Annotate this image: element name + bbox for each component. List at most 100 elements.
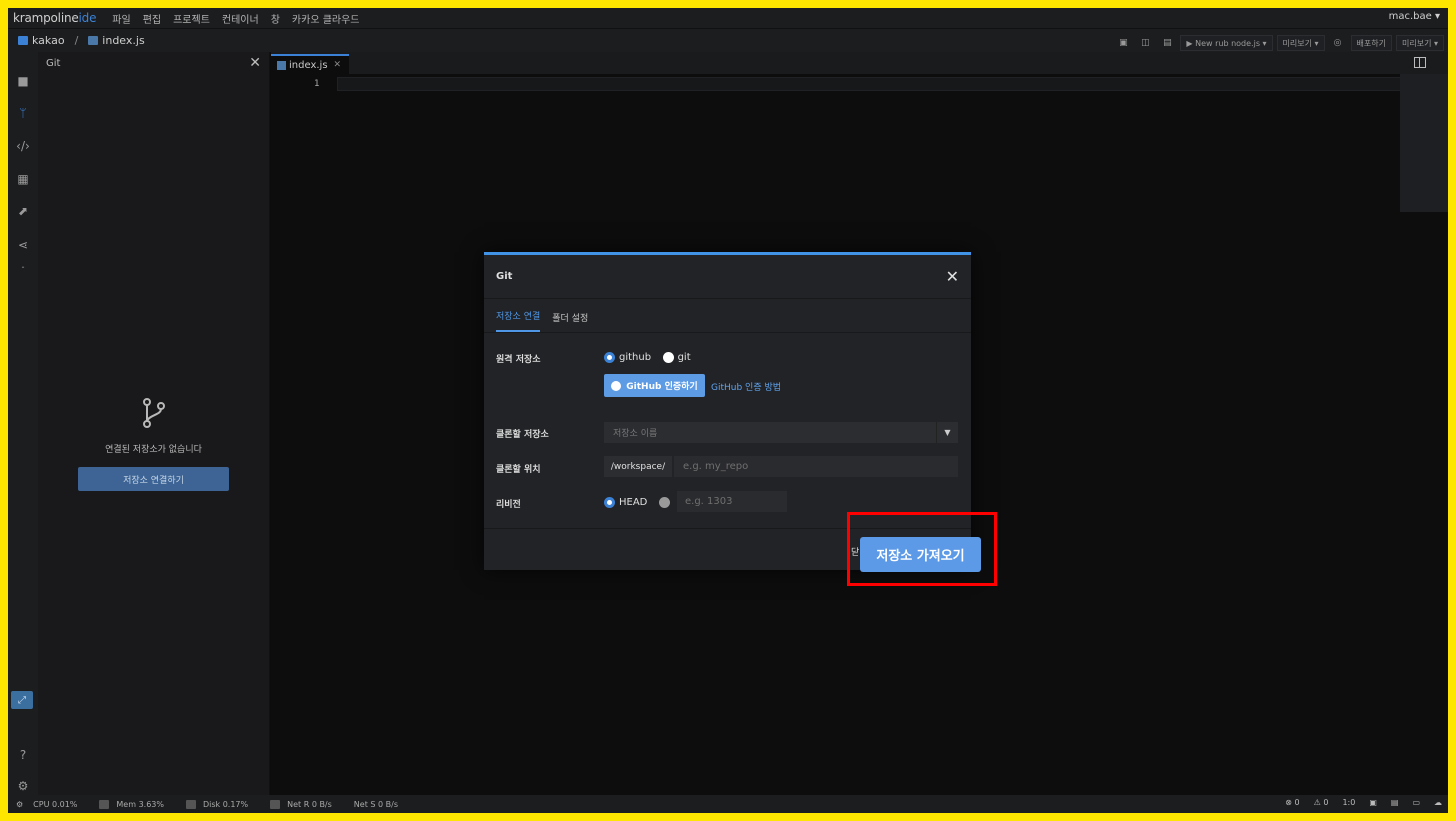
tab-index-js[interactable]: index.js ✕: [271, 54, 350, 74]
radio-git-label[interactable]: git: [678, 352, 691, 363]
network-icon: [270, 799, 281, 809]
git-branch-icon[interactable]: ᛘ: [15, 105, 31, 121]
deploy-button[interactable]: 배포하기: [1350, 35, 1392, 51]
chat-icon[interactable]: ▤: [1391, 798, 1399, 807]
net-r-status: Net R 0 B/s: [287, 799, 332, 809]
toolbar-actions: ▣ ◫ ▤ ▶ New rub node.js ▾ 미리보기 ▾ ◎ 배포하기 …: [1114, 35, 1444, 51]
net-s-status: Net S 0 B/s: [353, 799, 398, 809]
breadcrumb-file[interactable]: index.js: [102, 34, 144, 47]
chevron-down-icon[interactable]: ▼: [936, 422, 958, 443]
menu-window[interactable]: 창: [271, 11, 280, 26]
code-icon[interactable]: ‹/›: [15, 138, 31, 154]
js-file-icon: [277, 60, 286, 70]
user-menu[interactable]: mac.bae ▾: [1389, 11, 1440, 22]
ide-window: krampolineide 파일 편집 프로젝트 컨테이너 창 카카오 클라우드…: [8, 8, 1448, 813]
close-icon[interactable]: ✕: [249, 55, 261, 71]
status-right: ⊗ 0 ⚠ 0 1:0 ▣ ▤ ▭ ☁: [1285, 798, 1442, 807]
radio-head[interactable]: [604, 496, 615, 508]
remote-repo-label: 원격 저장소: [496, 355, 541, 365]
disk-icon: [185, 799, 196, 809]
globe-icon[interactable]: ◎: [1329, 35, 1347, 51]
menu: 파일 편집 프로젝트 컨테이너 창 카카오 클라우드: [106, 11, 365, 26]
radio-head-label[interactable]: HEAD: [619, 497, 647, 508]
breadcrumb-separator: /: [74, 34, 79, 47]
preview-button[interactable]: 미리보기 ▾: [1276, 35, 1325, 51]
radio-custom-revision[interactable]: [658, 496, 670, 508]
disk-status: Disk 0.17%: [202, 799, 249, 809]
code-line[interactable]: [337, 77, 1407, 91]
warning-count[interactable]: ⚠ 0: [1314, 798, 1329, 807]
mem-status: Mem 3.63%: [116, 799, 164, 809]
highlight-box: [847, 512, 997, 586]
git-panel-title: Git: [46, 57, 61, 69]
radio-github-label[interactable]: github: [619, 352, 651, 363]
revision-input[interactable]: e.g. 1303: [677, 491, 787, 512]
menu-kakao-cloud[interactable]: 카카오 클라우드: [292, 11, 360, 26]
terminal-icon[interactable]: ▭: [1412, 798, 1420, 807]
split-editor-icon[interactable]: [1414, 57, 1426, 68]
tab-repo-connect[interactable]: 저장소 연결: [496, 309, 541, 332]
editor-tabs: index.js ✕: [271, 52, 1448, 74]
expand-icon[interactable]: ⤢: [11, 691, 33, 709]
close-icon[interactable]: ✕: [946, 267, 959, 286]
cloud-icon[interactable]: ☁: [1434, 798, 1442, 807]
save-all-icon[interactable]: ◫: [1136, 35, 1154, 51]
breadcrumb-project[interactable]: kakao: [32, 34, 65, 47]
clone-location-label: 클론할 위치: [496, 465, 541, 475]
cursor-position[interactable]: 1:0: [1342, 798, 1355, 807]
error-count[interactable]: ⊗ 0: [1285, 798, 1299, 807]
minimap[interactable]: [1400, 74, 1448, 212]
modal-title: Git: [496, 271, 513, 282]
modal-tabs: 저장소 연결 폴더 설정: [484, 299, 971, 333]
clone-repo-label: 클론할 저장소: [496, 430, 549, 440]
chevron-up-icon[interactable]: ˆ: [15, 262, 31, 278]
clone-location-input[interactable]: e.g. my_repo: [674, 456, 958, 477]
menu-container[interactable]: 컨테이너: [222, 11, 259, 26]
git-empty-state: 연결된 저장소가 없습니다 저장소 연결하기: [38, 397, 269, 491]
status-bar: ⚙ CPU 0.01% Mem 3.63% Disk 0.17% Net R 0…: [8, 795, 1448, 813]
close-tab-icon[interactable]: ✕: [334, 60, 342, 70]
menu-project[interactable]: 프로젝트: [173, 11, 210, 26]
modal-header: Git ✕: [484, 255, 971, 299]
layout-icon[interactable]: ▣: [1369, 798, 1377, 807]
menubar: krampolineide 파일 편집 프로젝트 컨테이너 창 카카오 클라우드…: [8, 8, 1448, 28]
git-branch-icon: [142, 398, 165, 428]
tab-folder-settings[interactable]: 폴더 설정: [552, 311, 588, 332]
clone-repo-placeholder: 저장소 이름: [613, 429, 658, 439]
remote-radio-group: github git: [604, 350, 699, 363]
github-icon: [611, 380, 622, 391]
help-icon[interactable]: ?: [15, 747, 31, 763]
project-icon: [18, 36, 28, 45]
toolbar: kakao / index.js ▣ ◫ ▤ ▶ New rub node.js…: [8, 28, 1448, 52]
clone-repo-select[interactable]: 저장소 이름 ▼: [604, 422, 958, 443]
run-config-icon[interactable]: ▤: [1158, 35, 1176, 51]
run-button[interactable]: ▶ New rub node.js ▾: [1180, 35, 1273, 51]
menu-file[interactable]: 파일: [112, 11, 130, 26]
workspace-prefix: /workspace/: [604, 456, 672, 477]
github-auth-label: GitHub 인증하기: [626, 382, 698, 392]
settings-status-icon[interactable]: ⚙: [16, 800, 23, 809]
menu-edit[interactable]: 편집: [143, 11, 161, 26]
radio-github[interactable]: [604, 351, 615, 363]
save-icon[interactable]: ▣: [1114, 35, 1132, 51]
github-auth-help-link[interactable]: GitHub 인증 방법: [711, 380, 781, 393]
gear-icon[interactable]: ⚙: [15, 778, 31, 794]
git-panel-header: Git ✕: [38, 52, 269, 74]
radio-git[interactable]: [662, 351, 674, 363]
line-number: 1: [314, 79, 320, 89]
git-panel: Git ✕ 연결된 저장소가 없습니다 저장소 연결하기: [38, 52, 270, 795]
layout-settings-icon[interactable]: ▦: [15, 171, 31, 187]
connect-repo-button[interactable]: 저장소 연결하기: [78, 467, 229, 491]
activity-bar: ■ ᛘ ‹/› ▦ ⬈ ⋖ ˆ ⤢ ? ⚙: [8, 52, 38, 795]
tab-label: index.js: [289, 59, 328, 71]
share-icon[interactable]: ⋖: [15, 237, 31, 253]
empty-message: 연결된 저장소가 없습니다: [105, 445, 202, 455]
briefcase-icon[interactable]: ■: [15, 73, 31, 89]
deploy-icon[interactable]: ⬈: [15, 203, 31, 219]
file-icon: [88, 36, 99, 45]
memory-icon: [99, 799, 110, 809]
github-auth-button[interactable]: GitHub 인증하기: [604, 374, 705, 397]
preview-secondary-button[interactable]: 미리보기 ▾: [1396, 35, 1444, 51]
cpu-status: CPU 0.01%: [33, 799, 78, 809]
app-logo: krampolineide: [13, 11, 97, 25]
